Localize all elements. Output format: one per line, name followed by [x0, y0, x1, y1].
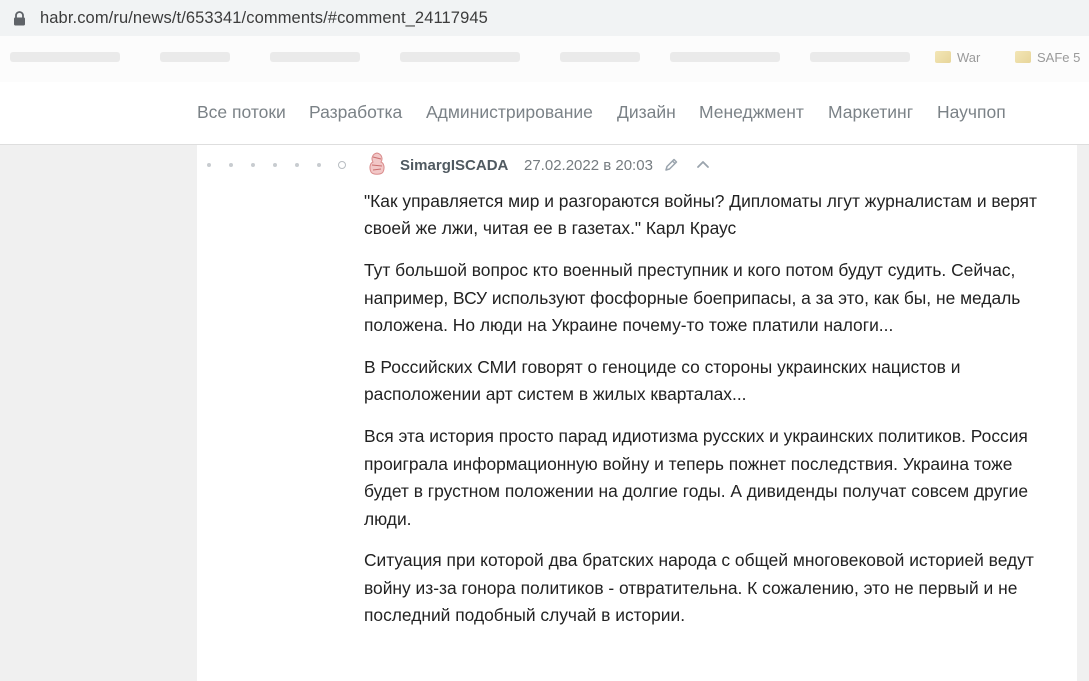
bookmark-item[interactable]: SAFe 5	[1015, 50, 1080, 65]
avatar-icon[interactable]	[367, 151, 387, 177]
nav-item-design[interactable]: Дизайн	[617, 102, 676, 123]
nav-item-marketing[interactable]: Маркетинг	[828, 102, 913, 123]
bookmark-placeholder	[10, 52, 120, 62]
nav-item-administration[interactable]: Администрирование	[426, 102, 593, 123]
thread-dot	[273, 163, 277, 167]
bookmark-placeholder	[560, 52, 640, 62]
bookmark-favicon-icon	[935, 51, 951, 63]
thread-dot	[295, 163, 299, 167]
thread-dot-current	[338, 161, 346, 169]
thread-dot	[251, 163, 255, 167]
comment-paragraph: "Как управляется мир и разгораются войны…	[364, 191, 1037, 239]
bookmark-item[interactable]: War	[935, 50, 980, 65]
thread-dot	[317, 163, 321, 167]
comment-datetime[interactable]: 27.02.2022 в 20:03	[524, 157, 653, 174]
bookmark-placeholder	[670, 52, 780, 62]
browser-address-bar[interactable]: habr.com/ru/news/t/653341/comments/#comm…	[0, 0, 1089, 36]
comment-paragraph: Вся эта история просто парад идиотизма р…	[364, 426, 1029, 529]
comment-container: SimargISCADA 27.02.2022 в 20:03 "Как упр…	[197, 145, 1077, 681]
url-text[interactable]: habr.com/ru/news/t/653341/comments/#comm…	[40, 9, 488, 28]
pencil-icon[interactable]	[663, 157, 679, 173]
site-nav: Все потоки Разработка Администрирование …	[0, 82, 1089, 145]
bookmark-favicon-icon	[1015, 51, 1031, 63]
nav-item-management[interactable]: Менеджмент	[699, 102, 804, 123]
bookmark-placeholder	[270, 52, 360, 62]
thread-dot	[207, 163, 211, 167]
comment-author[interactable]: SimargISCADA	[400, 157, 508, 174]
nav-item-all-flows[interactable]: Все потоки	[197, 102, 286, 123]
thread-dot	[229, 163, 233, 167]
comment-body: "Как управляется мир и разгораются войны…	[364, 188, 1044, 644]
bookmark-placeholder	[810, 52, 910, 62]
comment-paragraph: Тут большой вопрос кто военный преступни…	[364, 260, 1021, 336]
bookmark-placeholder	[160, 52, 230, 62]
comment-paragraph: Ситуация при которой два братских народа…	[364, 550, 1034, 626]
lock-icon	[14, 11, 25, 26]
comment-paragraph: В Российских СМИ говорят о геноциде со с…	[364, 357, 961, 405]
chevron-up-icon[interactable]	[696, 159, 710, 169]
nav-item-popsci[interactable]: Научпоп	[937, 102, 1006, 123]
bookmark-placeholder	[400, 52, 520, 62]
bookmarks-bar: War SAFe 5	[0, 36, 1089, 83]
nav-item-development[interactable]: Разработка	[309, 102, 402, 123]
